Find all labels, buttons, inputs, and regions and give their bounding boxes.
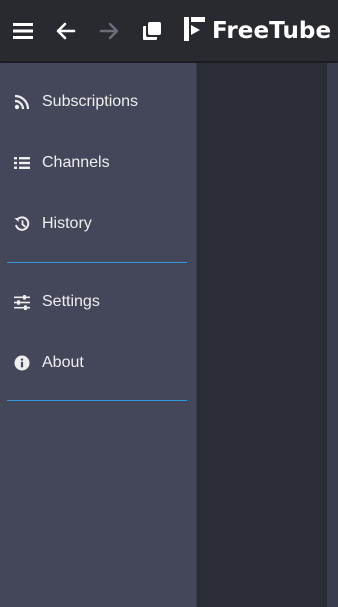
top-nav-bar: FreeTube (0, 0, 338, 62)
menu-button[interactable] (9, 17, 37, 45)
arrow-left-icon (56, 22, 76, 40)
scrollbar[interactable] (327, 63, 338, 607)
app-logo[interactable]: FreeTube (183, 16, 332, 47)
sidebar-item-history[interactable]: History (0, 204, 197, 244)
logo-text: FreeTube (212, 18, 332, 44)
main-content (198, 63, 327, 607)
sidebar-item-label: Channels (42, 154, 110, 171)
sidebar-item-label: History (42, 215, 92, 232)
list-icon (13, 154, 31, 172)
freetube-logo-icon (183, 16, 207, 47)
new-window-button[interactable] (138, 17, 166, 45)
arrow-right-icon (99, 22, 119, 40)
sidebar-item-label: Subscriptions (42, 93, 139, 110)
sidebar: Subscriptions Channels History Settings … (0, 63, 197, 607)
sliders-icon (13, 293, 31, 311)
back-button[interactable] (52, 17, 80, 45)
sidebar-item-label: Settings (42, 293, 100, 310)
history-icon (13, 215, 31, 233)
forward-button[interactable] (95, 17, 123, 45)
sidebar-item-about[interactable]: About (0, 343, 197, 383)
sidebar-item-channels[interactable]: Channels (0, 143, 197, 183)
sidebar-item-subscriptions[interactable]: Subscriptions (0, 82, 197, 122)
sidebar-divider (7, 400, 187, 401)
sidebar-divider (7, 262, 187, 263)
sidebar-item-settings[interactable]: Settings (0, 282, 197, 322)
info-icon (13, 354, 31, 372)
rss-icon (13, 93, 31, 111)
sidebar-item-label: About (42, 354, 84, 371)
copy-window-icon (142, 21, 162, 41)
hamburger-icon (13, 22, 33, 40)
